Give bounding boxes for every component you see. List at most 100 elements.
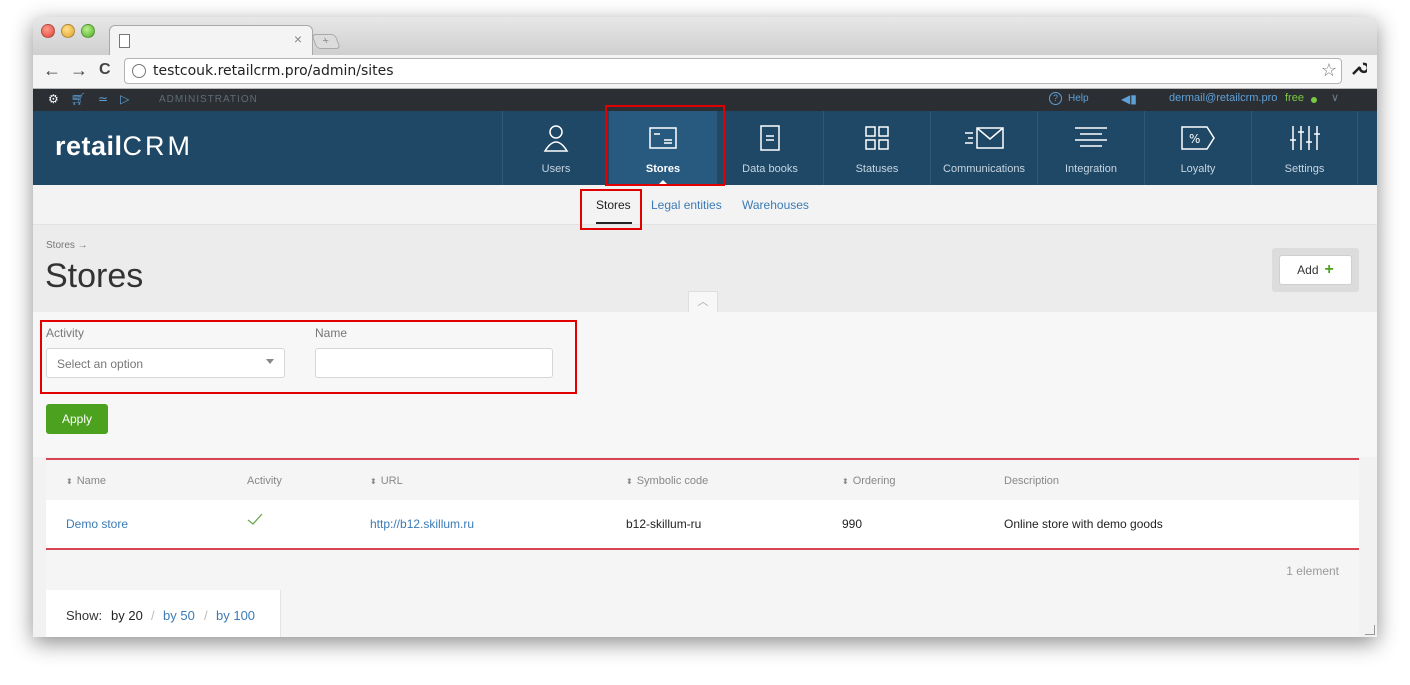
page-icon [119,34,130,48]
subnav-warehouses[interactable]: Warehouses [742,198,809,212]
subnav-active-underline [596,222,632,224]
table-header: ⬍ Name Activity ⬍ URL ⬍ Symbolic code ⬍ Orde… [46,460,1359,500]
tab-close-icon[interactable]: × [294,31,302,47]
question-icon: ? [1049,92,1062,105]
close-window-button[interactable] [41,24,55,38]
page-size-100[interactable]: by 100 [216,608,255,623]
globe-icon [132,64,146,78]
nav-label: Data books [742,163,798,175]
column-label: URL [380,475,403,487]
separator: / [151,608,155,623]
logo-text-retail: retail [55,131,123,161]
play-icon[interactable]: ▷ [120,92,129,106]
url-text: testcouk.retailcrm.pro/admin/sites [153,63,394,79]
pager-filler [281,590,1359,637]
table-footer: 1 element [46,550,1359,590]
logo-text-crm: CRM [122,131,194,161]
nav-label: Stores [645,163,681,175]
column-header-symbolic-code[interactable]: ⬍ Symbolic code [626,475,708,487]
nav-item-loyalty[interactable]: % Loyalty [1144,111,1251,185]
help-label: Help [1068,93,1089,104]
nav-item-communications[interactable]: Communications [930,111,1037,185]
sort-icon: ⬍ [66,477,73,486]
element-count: 1 element [1286,564,1339,578]
breadcrumb[interactable]: Stores → [46,240,88,251]
plan-badge: free [1285,92,1304,104]
filter-panel: Activity Select an option Name Apply [33,312,1377,457]
activity-label: Activity [46,326,85,340]
store-ordering: 990 [842,517,863,531]
subnav-legal-entities[interactable]: Legal entities [651,198,722,212]
chevron-down-icon[interactable]: ∨ [1331,91,1339,104]
bookmark-star-icon[interactable]: ☆ [1321,60,1337,81]
browser-toolbar: ← → C testcouk.retailcrm.pro/admin/sites… [33,55,1377,89]
user-icon [503,123,609,153]
gear-icon[interactable]: ⚙ [48,92,59,106]
minimize-window-button[interactable] [61,24,75,38]
dropdown-arrow-icon [266,359,274,364]
user-email[interactable]: dermail@retailcrm.pro [1169,92,1277,104]
show-label: Show: [66,608,103,623]
nav-item-data-books[interactable]: Data books [716,111,823,185]
retailcrm-logo[interactable]: retailCRM [55,131,193,162]
main-navigation: retailCRM Users Stores Data books Status… [33,111,1377,185]
add-button-label: Add [1297,263,1319,277]
name-label: Name [315,326,348,340]
nav-item-statuses[interactable]: Statuses [823,111,930,185]
nav-item-settings[interactable]: Settings [1251,111,1358,185]
envelope-icon [931,123,1037,153]
apply-button[interactable]: Apply [46,404,108,434]
table-row[interactable]: Demo store http://b12.skillum.ru b12-ski… [46,500,1359,548]
admin-section-label: ADMINISTRATION [159,94,258,105]
column-header-name[interactable]: ⬍ Name [66,475,106,487]
store-symbolic-code: b12-skillum-ru [626,517,702,531]
page-size-50[interactable]: by 50 [163,608,195,623]
column-header-ordering[interactable]: ⬍ Ordering [842,475,896,487]
analytics-icon[interactable]: ≃ [98,92,108,106]
svg-text:%: % [1189,132,1200,146]
column-header-description: Description [1004,475,1059,487]
zoom-window-button[interactable] [81,24,95,38]
sliders-icon [1252,123,1357,153]
name-input[interactable] [315,348,553,378]
column-header-activity: Activity [247,475,282,487]
new-tab-button[interactable]: + [311,34,341,49]
check-icon [247,513,263,525]
column-header-url[interactable]: ⬍ URL [370,475,403,487]
sort-icon: ⬍ [626,477,633,486]
megaphone-icon[interactable]: ◀▮ [1121,92,1137,106]
nav-label: Communications [943,163,1025,175]
admin-bar: ⚙ 🛒︎ ≃ ▷ ADMINISTRATION ? Help ◀▮ dermai… [33,89,1377,111]
column-label: Symbolic code [636,475,709,487]
column-label: Activity [247,475,282,487]
wrench-icon[interactable] [1351,60,1370,81]
forward-arrow-icon[interactable]: → [70,60,88,81]
nav-item-users[interactable]: Users [502,111,609,185]
sort-icon: ⬍ [842,477,849,486]
help-link[interactable]: ? Help [1049,92,1089,105]
collapse-filters-toggle[interactable]: ︿ [688,291,718,313]
nav-label: Settings [1284,163,1325,175]
nav-item-stores[interactable]: Stores [609,111,716,185]
plus-icon: + [1324,261,1334,278]
nav-label: Integration [1065,163,1117,175]
grid-icon [824,123,930,153]
add-button[interactable]: Add + [1279,255,1352,285]
store-url-link[interactable]: http://b12.skillum.ru [370,517,474,531]
nav-item-integration[interactable]: Integration [1037,111,1144,185]
back-arrow-icon[interactable]: ← [43,60,61,81]
browser-tab[interactable]: × [109,25,313,55]
reload-icon[interactable]: C [99,61,111,79]
add-button-wrapper: Add + [1272,248,1359,292]
online-status-dot [1311,97,1317,103]
resize-grip-icon[interactable] [1365,625,1375,635]
browser-tab-bar: × + [33,17,1377,55]
nav-label: Users [541,163,571,175]
address-bar[interactable]: testcouk.retailcrm.pro/admin/sites ☆ [124,58,1342,84]
cart-icon[interactable]: 🛒︎ [71,92,86,106]
sort-icon: ⬍ [370,477,377,486]
activity-select[interactable]: Select an option [46,348,285,378]
subnav-stores[interactable]: Stores [596,198,631,212]
store-name-link[interactable]: Demo store [66,517,128,531]
percent-tag-icon: % [1145,123,1251,153]
